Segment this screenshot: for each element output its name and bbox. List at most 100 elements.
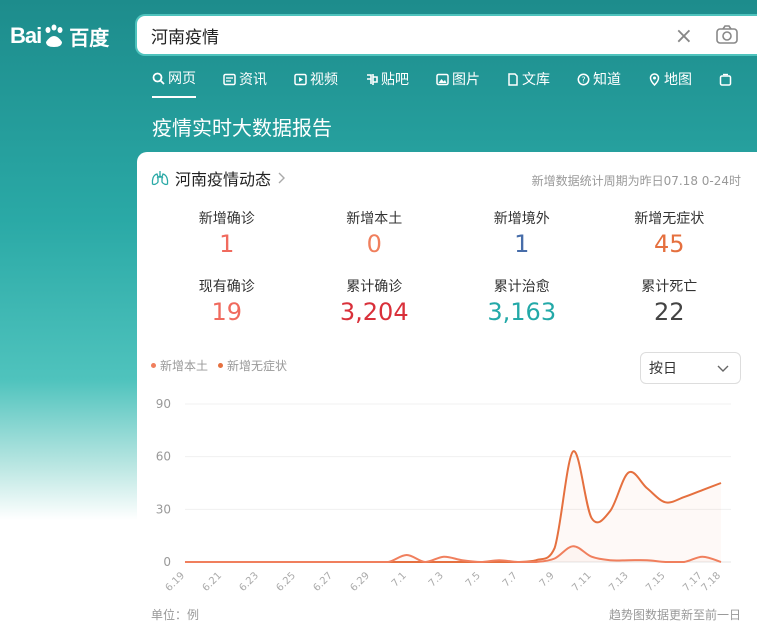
stat-new-confirmed: 新增确诊 1: [153, 208, 301, 258]
tab-video[interactable]: 视频: [294, 68, 338, 98]
lungs-icon: [151, 171, 169, 186]
stat-value: 22: [653, 298, 685, 326]
card-title: 河南疫情动态: [175, 170, 272, 189]
tab-more[interactable]: [719, 68, 732, 98]
stat-total-confirmed: 累计确诊 3,204: [301, 276, 449, 326]
stat-value: 3,204: [339, 298, 409, 326]
stat-total-deaths: 累计死亡 22: [596, 276, 744, 326]
stat-period-note: 新增数据统计周期为昨日07.18 0-24时: [531, 174, 741, 188]
baidu-logo[interactable]: Bai 百度: [10, 18, 109, 54]
search-box[interactable]: ×: [135, 14, 757, 56]
stat-value: 0: [366, 230, 382, 258]
tab-map[interactable]: 地图: [648, 68, 692, 98]
x-tick-label: 6.25: [274, 570, 298, 594]
stat-label: 新增无症状: [634, 211, 705, 227]
stat-label: 累计治愈: [493, 279, 550, 295]
tab-wenku[interactable]: 文库: [507, 68, 550, 98]
y-tick-label: 60: [156, 450, 171, 464]
legend-item-local[interactable]: 新增本土: [151, 357, 208, 374]
x-tick-label: 6.29: [348, 570, 372, 594]
stat-value: 45: [653, 230, 685, 258]
chevron-right-icon: [278, 172, 286, 184]
stat-label: 新增本土: [346, 211, 403, 227]
x-tick-label: 7.9: [538, 570, 557, 589]
doc-icon: [508, 72, 518, 86]
stat-total-cured: 累计治愈 3,163: [448, 276, 596, 326]
stat-new-imported: 新增境外 1: [448, 208, 596, 258]
tab-tieba[interactable]: 贴吧: [365, 68, 409, 98]
update-note: 趋势图数据更新至前一日: [608, 608, 741, 622]
period-select-value: 按日: [649, 361, 677, 377]
stat-value: 1: [514, 230, 530, 258]
x-tick-label: 7.3: [427, 570, 446, 589]
legend-item-asymptomatic[interactable]: 新增无症状: [218, 357, 287, 374]
stats-grid: 新增确诊 1 新增本土 0 新增境外 1 新增无症状 45 现有确诊 19 累计确诊 3,2…: [153, 208, 743, 326]
logo-chinese: 百度: [69, 27, 110, 50]
x-tick-label: 7.18: [700, 570, 724, 594]
stat-value: 19: [211, 298, 243, 326]
chevron-down-icon: [717, 365, 729, 372]
news-icon: [223, 73, 236, 85]
tab-label: 图片: [452, 72, 480, 88]
y-tick-label: 0: [163, 555, 171, 569]
tab-zhidao[interactable]: ? 知道: [577, 68, 621, 98]
tab-label: 视频: [310, 72, 338, 88]
x-tick-label: 7.11: [570, 570, 594, 594]
stat-label: 新增确诊: [198, 211, 255, 227]
tab-label: 贴吧: [381, 72, 409, 88]
image-icon: [436, 73, 449, 85]
series-area: [185, 451, 721, 562]
stat-value: 1: [219, 230, 235, 258]
tab-images[interactable]: 图片: [436, 68, 480, 98]
tab-label: 网页: [168, 71, 196, 87]
stat-label: 现有确诊: [198, 279, 255, 295]
clear-icon[interactable]: ×: [675, 24, 693, 49]
search-input[interactable]: [151, 25, 651, 45]
more-icon: [719, 73, 732, 86]
legend-dot: [151, 363, 156, 368]
x-tick-label: 7.13: [607, 570, 631, 594]
search-icon: [152, 72, 165, 85]
report-title: 疫情实时大数据报告: [152, 116, 332, 140]
stat-label: 新增境外: [493, 211, 550, 227]
search-tabs: 网页 资讯 视频 贴吧 图片 文库 ? 知道 地图: [152, 68, 757, 98]
video-icon: [294, 73, 307, 85]
unit-label: 单位：例: [151, 608, 200, 622]
logo-latin: Bai: [10, 23, 42, 48]
x-tick-label: 6.21: [201, 570, 225, 594]
epidemic-card: 河南疫情动态 新增数据统计周期为昨日07.18 0-24时 新增确诊 1 新增本土…: [137, 152, 757, 630]
x-tick-label: 7.7: [501, 570, 520, 589]
x-tick-label: 6.19: [164, 570, 188, 594]
tab-label: 文库: [522, 72, 550, 88]
x-tick-label: 6.23: [238, 570, 262, 594]
stat-label: 累计确诊: [346, 279, 403, 295]
question-icon: ?: [577, 73, 590, 85]
paw-icon: [45, 24, 63, 47]
x-tick-label: 6.27: [311, 570, 335, 594]
card-header[interactable]: 河南疫情动态: [151, 166, 286, 190]
y-tick-label: 30: [156, 502, 171, 516]
period-select[interactable]: 按日: [640, 352, 741, 384]
x-tick-label: 7.1: [390, 570, 409, 589]
stat-value: 3,163: [487, 298, 557, 326]
chart-legend: 新增本土 新增无症状: [151, 357, 287, 374]
legend-dot: [218, 363, 224, 368]
stat-label: 累计死亡: [641, 279, 698, 295]
tab-news[interactable]: 资讯: [223, 68, 267, 98]
stat-current-confirmed: 现有确诊 19: [153, 276, 301, 326]
y-tick-label: 90: [156, 397, 171, 411]
x-tick-label: 7.17: [681, 570, 705, 594]
tab-label: 知道: [593, 72, 621, 88]
tab-web[interactable]: 网页: [152, 68, 196, 98]
x-tick-label: 7.5: [464, 570, 483, 589]
stat-new-local: 新增本土 0: [301, 208, 449, 258]
map-icon: [649, 72, 660, 86]
tab-label: 地图: [664, 72, 692, 88]
legend-label: 新增本土: [160, 359, 209, 373]
stat-new-asymptomatic: 新增无症状 45: [596, 208, 744, 258]
trend-chart: 0 30 60 90 6.19 6.21 6.23 6.25 6.27 6.29 7.1 7.3 7.5…: [156, 397, 731, 594]
camera-icon[interactable]: [715, 24, 739, 46]
svg-text:?: ?: [581, 75, 585, 84]
x-tick-label: 7.15: [644, 570, 668, 594]
legend-label: 新增无症状: [227, 359, 288, 373]
